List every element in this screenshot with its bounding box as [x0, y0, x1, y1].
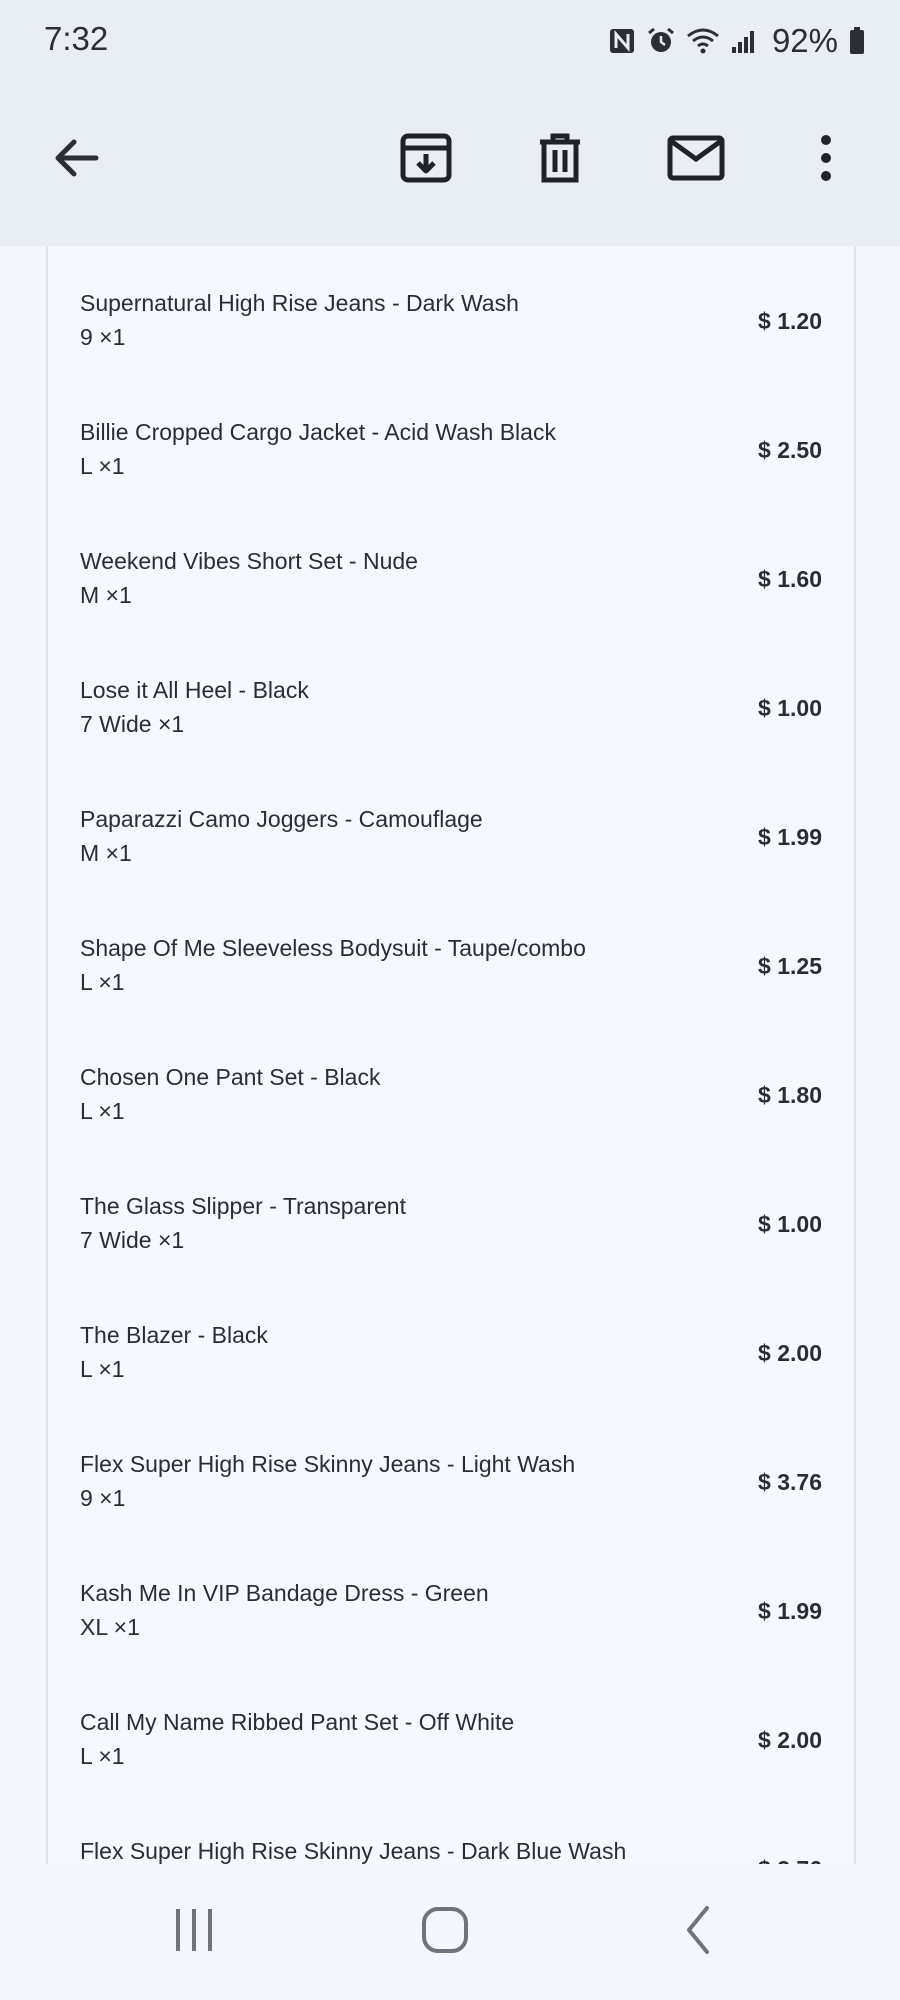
status-icons: 92%	[608, 20, 866, 62]
item-variant: L ×1	[80, 1743, 125, 1769]
more-vert-icon	[816, 132, 836, 189]
delete-button[interactable]	[522, 122, 598, 198]
order-item: The Glass Slipper - Transparent 7 Wide ×…	[80, 1149, 822, 1277]
email-body[interactable]: Supernatural High Rise Jeans - Dark Wash…	[0, 246, 900, 1864]
item-name: Lose it All Heel - Black	[80, 677, 309, 703]
recents-icon	[172, 1907, 216, 1958]
order-item: The Blazer - Black L ×1 $ 2.00	[80, 1278, 822, 1406]
item-variant: L ×1	[80, 1356, 125, 1382]
item-name: Flex Super High Rise Skinny Jeans - Ligh…	[80, 1451, 576, 1477]
email-toolbar	[0, 82, 900, 246]
item-price: $ 2.00	[758, 1727, 822, 1753]
item-price: $ 1.25	[758, 953, 822, 979]
item-price: $ 3.76	[758, 1856, 822, 1864]
order-item: Call My Name Ribbed Pant Set - Off White…	[80, 1665, 822, 1793]
status-bar: 7:32 92%	[0, 0, 900, 82]
order-item: Supernatural High Rise Jeans - Dark Wash…	[80, 246, 822, 374]
item-name: Weekend Vibes Short Set - Nude	[80, 548, 418, 574]
order-item: Kash Me In VIP Bandage Dress - Green XL …	[80, 1536, 822, 1664]
battery-icon	[848, 26, 866, 56]
item-price: $ 1.99	[758, 824, 822, 850]
item-variant: L ×1	[80, 453, 125, 479]
system-nav-bar	[0, 1864, 900, 2000]
order-item: Flex Super High Rise Skinny Jeans - Ligh…	[80, 1407, 822, 1535]
item-name: Kash Me In VIP Bandage Dress - Green	[80, 1580, 489, 1606]
item-price: $ 1.00	[758, 1211, 822, 1237]
item-name: Billie Cropped Cargo Jacket - Acid Wash …	[80, 419, 556, 445]
item-name: Flex Super High Rise Skinny Jeans - Dark…	[80, 1838, 627, 1864]
item-price: $ 1.60	[758, 566, 822, 592]
item-name: The Blazer - Black	[80, 1322, 268, 1348]
order-item: Lose it All Heel - Black 7 Wide ×1 $ 1.0…	[80, 633, 822, 761]
item-variant: L ×1	[80, 1098, 125, 1124]
home-button[interactable]	[405, 1904, 485, 1960]
item-price: $ 1.20	[758, 308, 822, 334]
order-item: Shape Of Me Sleeveless Bodysuit - Taupe/…	[80, 891, 822, 1019]
item-price: $ 3.76	[758, 1469, 822, 1495]
item-name: Call My Name Ribbed Pant Set - Off White	[80, 1709, 515, 1735]
item-price: $ 1.80	[758, 1082, 822, 1108]
item-variant: M ×1	[80, 582, 132, 608]
item-variant: XL ×1	[80, 1614, 140, 1640]
order-items-card: Supernatural High Rise Jeans - Dark Wash…	[46, 246, 856, 1864]
order-item: Weekend Vibes Short Set - Nude M ×1 $ 1.…	[80, 504, 822, 632]
order-item: Paparazzi Camo Joggers - Camouflage M ×1…	[80, 762, 822, 890]
signal-icon	[730, 27, 758, 55]
status-time: 7:32	[44, 20, 109, 57]
delete-icon	[532, 130, 588, 191]
back-icon	[683, 1905, 713, 1960]
item-price: $ 2.50	[758, 437, 822, 463]
mark-unread-icon	[666, 132, 726, 189]
nfc-icon	[608, 27, 636, 55]
alarm-icon	[646, 26, 676, 56]
item-name: Supernatural High Rise Jeans - Dark Wash	[80, 290, 519, 316]
item-name: The Glass Slipper - Transparent	[80, 1193, 406, 1219]
item-variant: L ×1	[80, 969, 125, 995]
mark-unread-button[interactable]	[658, 122, 734, 198]
order-item: Billie Cropped Cargo Jacket - Acid Wash …	[80, 375, 822, 503]
item-name: Shape Of Me Sleeveless Bodysuit - Taupe/…	[80, 935, 586, 961]
item-variant: 9 ×1	[80, 324, 126, 350]
home-icon	[421, 1906, 469, 1959]
item-price: $ 1.99	[758, 1598, 822, 1624]
wifi-icon	[686, 26, 720, 56]
back-button[interactable]	[38, 122, 114, 198]
order-item: Flex Super High Rise Skinny Jeans - Dark…	[80, 1794, 822, 1864]
back-arrow-icon	[50, 132, 102, 189]
more-options-button[interactable]	[788, 122, 864, 198]
item-price: $ 2.00	[758, 1340, 822, 1366]
recents-button[interactable]	[154, 1904, 234, 1960]
item-name: Paparazzi Camo Joggers - Camouflage	[80, 806, 483, 832]
item-variant: 7 Wide ×1	[80, 1227, 185, 1253]
item-variant: 7 Wide ×1	[80, 711, 185, 737]
item-price: $ 1.00	[758, 695, 822, 721]
archive-button[interactable]	[388, 122, 464, 198]
order-item: Chosen One Pant Set - Black L ×1 $ 1.80	[80, 1020, 822, 1148]
item-variant: 9 ×1	[80, 1485, 126, 1511]
item-variant: M ×1	[80, 840, 132, 866]
battery-percent: 92%	[771, 22, 838, 59]
item-name: Chosen One Pant Set - Black	[80, 1064, 381, 1090]
system-back-button[interactable]	[658, 1904, 738, 1960]
archive-icon	[398, 130, 454, 191]
